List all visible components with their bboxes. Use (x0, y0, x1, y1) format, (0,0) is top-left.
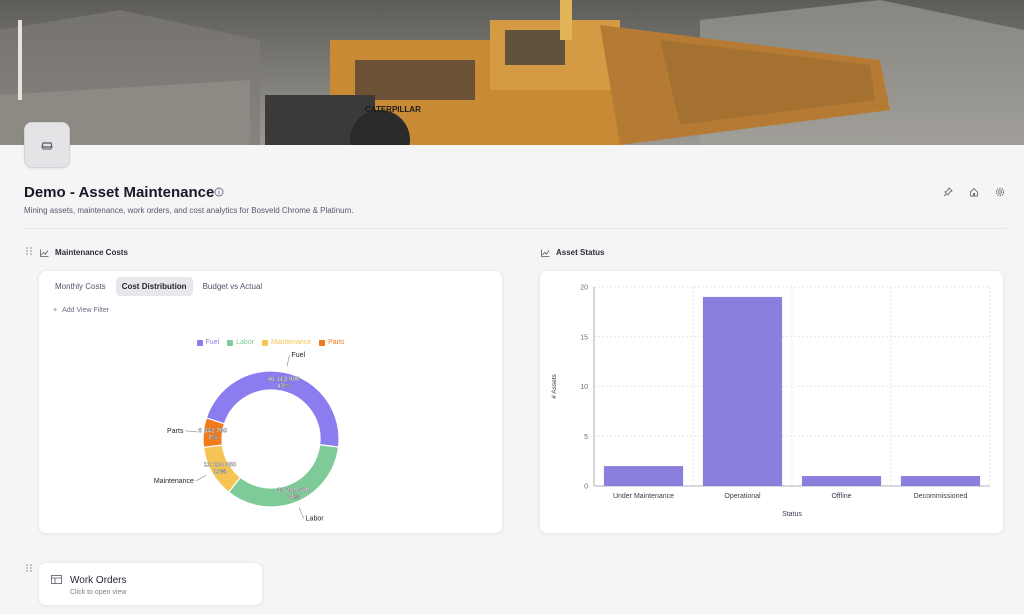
slice-name-label: Fuel (291, 352, 305, 359)
page-title: Demo - Asset Maintenance (24, 184, 215, 201)
donut-slice-labor[interactable] (227, 444, 340, 508)
asset-status-title: Asset Status (541, 248, 604, 257)
slice-percent-label: 12% (213, 469, 226, 476)
slice-value-label: 46 113 900 (267, 376, 300, 383)
header-actions (942, 186, 1006, 198)
work-orders-title: Work Orders (70, 575, 127, 586)
settings-icon[interactable] (994, 186, 1006, 198)
drag-handle-icon[interactable] (25, 563, 33, 573)
drag-handle-icon[interactable] (25, 246, 33, 256)
asset-status-bar-chart: 0 5 10 15 20 Under Maintenance Operational Offl… (551, 285, 991, 518)
y-tick-label: 10 (580, 384, 588, 391)
slice-percent-label: 34% (287, 494, 300, 501)
slice-percent-label: 47% (277, 383, 290, 390)
line-chart-icon (40, 249, 49, 257)
svg-text:CATERPILLAR: CATERPILLAR (365, 105, 421, 114)
slice-name-label: Parts (167, 428, 184, 435)
bar-decommissioned[interactable] (900, 476, 981, 486)
bar-offline[interactable] (801, 476, 882, 486)
x-tick-label: Decommissioned (914, 493, 968, 500)
leader-line (195, 474, 207, 482)
x-tick-label: Offline (831, 493, 851, 500)
slice-value-label: 12 124 850 (204, 462, 237, 469)
y-axis-title: # Assets (551, 373, 558, 398)
info-icon[interactable] (214, 187, 224, 197)
header-banner: CATERPILLAR (0, 0, 1024, 145)
leader-line (185, 430, 198, 433)
asset-status-card: 0 5 10 15 20 Under Maintenance Operational Offl… (539, 270, 1004, 534)
cost-distribution-donut-chart: 46 113 90047% Fuel 33 289 50034% Labor 12 12… (154, 352, 340, 523)
x-tick-label: Operational (724, 493, 761, 500)
maintenance-costs-title: Maintenance Costs (40, 248, 128, 257)
maintenance-costs-label: Maintenance Costs (55, 248, 128, 257)
slice-name-label: Labor (306, 516, 325, 523)
y-tick-label: 15 (580, 334, 588, 341)
x-tick-label: Under Maintenance (613, 493, 674, 500)
x-axis-title: Status (782, 511, 802, 518)
y-tick-label: 5 (584, 434, 588, 441)
y-tick-label: 20 (580, 285, 588, 292)
truck-icon (41, 142, 53, 150)
work-orders-subtitle: Click to open view (70, 589, 127, 596)
page-subtitle: Mining assets, maintenance, work orders,… (24, 206, 354, 215)
pin-icon[interactable] (942, 186, 954, 198)
slice-value-label: 6 842 700 (198, 427, 227, 434)
slice-value-label: 33 289 500 (277, 487, 310, 494)
line-chart-icon (541, 249, 550, 257)
app-icon[interactable] (24, 122, 70, 168)
leader-line (286, 354, 290, 367)
home-icon[interactable] (968, 186, 980, 198)
bar-under-maintenance[interactable] (603, 466, 684, 486)
asset-status-label: Asset Status (556, 248, 605, 257)
slice-name-label: Maintenance (154, 478, 194, 485)
slice-percent-label: 7% (208, 434, 218, 441)
maintenance-costs-card: Monthly Costs Cost Distribution Budget v… (38, 270, 503, 534)
leader-line (298, 507, 304, 519)
y-tick-label: 0 (584, 484, 588, 491)
header-divider (24, 228, 1006, 229)
table-icon (51, 575, 62, 584)
bar-operational[interactable] (702, 296, 783, 486)
work-orders-card[interactable]: Work Orders Click to open view (38, 562, 263, 606)
banner-image: CATERPILLAR (0, 0, 1024, 145)
